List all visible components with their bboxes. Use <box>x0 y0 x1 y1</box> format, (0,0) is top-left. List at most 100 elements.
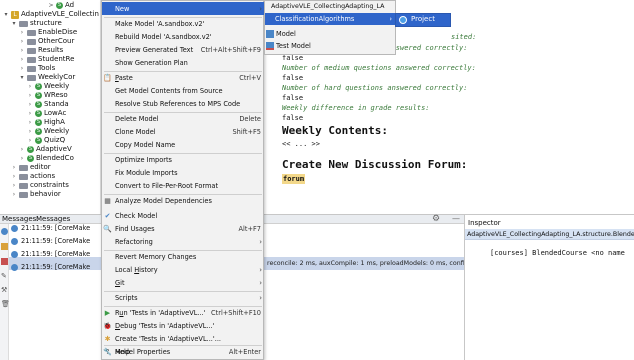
menu-item-delete-model[interactable]: Delete Model Delete <box>102 112 265 125</box>
chevron-right-icon[interactable]: › <box>11 181 17 190</box>
tree-item[interactable]: › Tools <box>19 64 55 73</box>
chevron-right-icon[interactable]: › <box>27 136 33 145</box>
editor-line[interactable]: Number of hard questions answered correc… <box>282 84 467 92</box>
editor-line[interactable]: Weekly difference in grade results: <box>282 104 430 112</box>
tree-item[interactable]: › Results <box>19 46 63 55</box>
chevron-right-icon[interactable]: › <box>19 145 25 154</box>
chevron-right-icon[interactable]: › <box>27 82 33 91</box>
menu-item-make-model-a-sandbox-v2[interactable]: Make Model 'A.sandbox.v2' <box>102 17 265 30</box>
menu-item-revert-memory-changes[interactable]: Revert Memory Changes <box>102 250 265 263</box>
editor-line[interactable]: Create New Discussion Forum: <box>282 158 467 171</box>
tree-partial-row[interactable]: > S Ad <box>48 1 74 10</box>
menu-item-paste[interactable]: 📋 Paste Ctrl+V <box>102 71 265 84</box>
tree-item[interactable]: › S LowAc <box>27 109 66 118</box>
menu-item-analyze-model-dependencies[interactable]: ▦ Analyze Model Dependencies <box>102 194 265 207</box>
status-line[interactable]: reconcile: 2 ms, auxCompile: 1 ms, prelo… <box>267 260 469 267</box>
editor-line[interactable]: Number of medium questions answered corr… <box>282 64 476 72</box>
chevron-right-icon[interactable]: › <box>27 109 33 118</box>
info-filter-icon[interactable] <box>1 228 8 235</box>
menu-item-run-tests-in-adaptivevl[interactable]: ▶ Run 'Tests in 'AdaptiveVL...' Ctrl+Shift… <box>102 306 265 319</box>
chevron-right-icon[interactable]: › <box>11 190 17 199</box>
tree-item[interactable]: › StudentRe <box>19 55 75 64</box>
menu-item-fix-module-imports[interactable]: Fix Module Imports <box>102 166 265 179</box>
chevron-right-icon[interactable]: › <box>19 154 25 163</box>
menu-item-get-model-contents-from-source[interactable]: Get Model Contents from Source <box>102 84 265 97</box>
tree-item[interactable]: › editor <box>11 163 51 172</box>
menu-item-model-properties[interactable]: 🔧 Model Properties Alt+Enter <box>102 345 265 358</box>
inspector-path-bar[interactable]: AdaptiveVLE_CollectingAdapting_LA.struct… <box>465 229 634 240</box>
message-row[interactable]: 21:11:59: [CoreMake <box>11 223 90 233</box>
tree-item[interactable]: › constraints <box>11 181 69 190</box>
menu-item-refactoring[interactable]: Refactoring › <box>102 235 265 248</box>
menu-item-copy-model-name[interactable]: Copy Model Name <box>102 138 265 151</box>
chevron-right-icon[interactable]: › <box>27 100 33 109</box>
message-row[interactable]: 21:11:59: [CoreMake <box>11 249 90 259</box>
tree-item[interactable]: › S AdaptiveV <box>19 145 72 154</box>
chevron-right-icon[interactable]: › <box>19 64 25 73</box>
chevron-right-icon[interactable]: › <box>11 172 17 181</box>
tree-item[interactable]: ▾ L AdaptiveVLE_Collectin <box>3 10 99 19</box>
tree-item[interactable]: › S BlendedCo <box>19 154 74 163</box>
message-row[interactable]: 21:11:59: [CoreMake <box>11 262 90 272</box>
menu-item-local-history[interactable]: Local History › <box>102 263 265 276</box>
menu-item-find-usages[interactable]: 🔍 Find Usages Alt+F7 <box>102 222 265 235</box>
menu-item-rebuild-model-a-sandbox-v2[interactable]: Rebuild Model 'A.sandbox.v2' <box>102 30 265 43</box>
menu-item-check-model[interactable]: ✔ Check Model <box>102 209 265 222</box>
menu-item-preview-generated-text[interactable]: Preview Generated Text Ctrl+Alt+Shift+F9 <box>102 43 265 56</box>
submenu-item-classificationalgorithms[interactable]: ClassificationAlgorithms › <box>265 13 395 25</box>
chevron-right-icon[interactable]: › <box>27 118 33 127</box>
chevron-right-icon[interactable]: › <box>19 37 25 46</box>
editor-line[interactable]: false <box>282 114 303 122</box>
menu-item-clone-model[interactable]: Clone Model Shift+F5 <box>102 125 265 138</box>
gear-icon[interactable]: ⚙ <box>432 214 440 224</box>
menu-item-resolve-stub-references-to-mps-code[interactable]: Resolve Stub References to MPS Code <box>102 97 265 110</box>
chevron-right-icon[interactable]: › <box>27 127 33 136</box>
error-filter-icon[interactable] <box>1 258 8 265</box>
message-row[interactable]: 21:11:59: [CoreMake <box>11 236 90 246</box>
forum-tag[interactable]: forum <box>282 174 306 184</box>
editor-line[interactable]: false <box>282 74 303 82</box>
chevron-right-icon[interactable]: › <box>27 91 33 100</box>
tree-item[interactable]: › S Weekly <box>27 82 69 91</box>
editor-line[interactable]: false <box>282 94 303 102</box>
chevron-right-icon[interactable]: › <box>11 163 17 172</box>
editor-line[interactable]: << ... >> <box>282 140 320 148</box>
menu-item-new[interactable]: New › <box>102 2 265 15</box>
menu-item-debug-tests-in-adaptivevl[interactable]: 🐞 Debug 'Tests in 'AdaptiveVL...' <box>102 319 265 332</box>
minimize-icon[interactable]: — <box>452 214 460 223</box>
submenu-top-partial[interactable]: AdaptiveVLE_CollectingAdapting_LA <box>271 3 384 10</box>
menu-item-git[interactable]: Git › <box>102 276 265 289</box>
pin-icon[interactable]: ✎ <box>1 272 7 280</box>
menu-item-convert-to-file-per-root-format[interactable]: Convert to File-Per-Root Format <box>102 179 265 192</box>
tree-item[interactable]: › S HighA <box>27 118 65 127</box>
tree-item[interactable]: › S QuizQ <box>27 136 65 145</box>
wrench-icon[interactable]: ⚒ <box>1 286 7 294</box>
tree-item[interactable]: › OtherCour <box>19 37 75 46</box>
submenu-item-test-model[interactable]: Test Model <box>265 40 395 52</box>
tree-item[interactable]: › actions <box>11 172 55 181</box>
editor-line[interactable]: false <box>282 54 303 62</box>
submenu-project[interactable]: Project <box>395 13 451 27</box>
tree-item[interactable]: ▾ WeeklyCor <box>19 73 75 82</box>
tree-item[interactable]: › S Weekly <box>27 127 69 136</box>
menu-item-show-generation-plan[interactable]: Show Generation Plan <box>102 56 265 69</box>
chevron-down-icon[interactable]: ▾ <box>11 19 17 28</box>
chevron-right-icon[interactable]: › <box>19 55 25 64</box>
warning-filter-icon[interactable] <box>1 243 8 250</box>
tree-item[interactable]: ▾ structure <box>11 19 61 28</box>
inspector-content[interactable]: [courses] BlendedCourse <no name <box>490 249 625 257</box>
tree-item[interactable]: › S Standa <box>27 100 69 109</box>
chevron-right-icon[interactable]: > <box>48 1 54 10</box>
tree-item[interactable]: › behavior <box>11 190 61 199</box>
menu-item-scripts[interactable]: Scripts › <box>102 291 265 304</box>
chevron-down-icon[interactable]: ▾ <box>3 10 9 19</box>
tree-item[interactable]: › EnableDise <box>19 28 77 37</box>
chevron-right-icon[interactable]: › <box>19 46 25 55</box>
menu-item-optimize-imports[interactable]: Optimize Imports <box>102 153 265 166</box>
tree-item[interactable]: › S WReso <box>27 91 68 100</box>
chevron-down-icon[interactable]: ▾ <box>19 73 25 82</box>
chevron-right-icon[interactable]: › <box>19 28 25 37</box>
submenu-item-model[interactable]: Model <box>265 28 395 40</box>
editor-line[interactable]: Weekly Contents: <box>282 124 388 137</box>
trash-icon[interactable]: 🗑 <box>1 300 10 308</box>
